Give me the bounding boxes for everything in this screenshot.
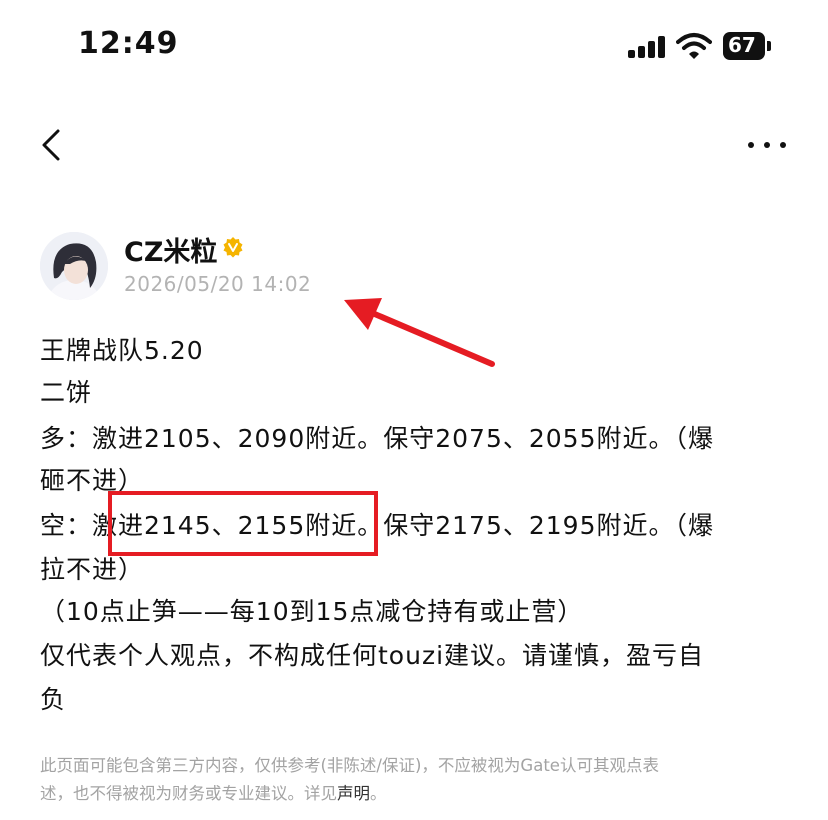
disclaimer-text: 述，也不得被视为财务或专业建议。详见: [40, 784, 337, 803]
disclaimer-period: 。: [370, 784, 387, 803]
battery-tip: [767, 41, 771, 51]
disclaimer-line: 述，也不得被视为财务或专业建议。详见声明。: [40, 780, 387, 804]
post-line: 负: [40, 685, 67, 714]
chevron-left-icon[interactable]: [36, 125, 76, 165]
battery-icon: 67: [723, 32, 765, 60]
post-timestamp: 2026/05/20 14:02: [124, 272, 312, 296]
status-bar: 12:49 67: [0, 0, 828, 90]
more-horizontal-icon[interactable]: [745, 130, 789, 160]
post-line: 二饼: [40, 378, 93, 407]
disclaimer-line: 此页面可能包含第三方内容，仅供参考(非陈述/保证)，不应被视为Gate认可其观点…: [40, 756, 659, 775]
red-highlight-box: [108, 491, 378, 556]
post-line: （10点止笋——每10到15点减仓持有或止营）: [40, 597, 584, 626]
signal-icon: [628, 36, 666, 58]
avatar[interactable]: [40, 232, 108, 300]
author-name[interactable]: CZ米粒: [124, 230, 217, 269]
battery-level: 67: [728, 33, 756, 57]
post-line: 王牌战队5.20: [40, 336, 204, 365]
status-time: 12:49: [78, 26, 179, 61]
red-arrow-annotation: [344, 298, 495, 367]
wifi-icon: [676, 33, 712, 59]
post-line: 多：激进2105、2090附近。保守2075、2055附近。（爆: [40, 424, 714, 453]
post-line: 仅代表个人观点，不构成任何touzi建议。请谨慎，盈亏自: [40, 641, 705, 670]
verified-badge-icon: [223, 237, 243, 258]
statement-link[interactable]: 声明: [337, 784, 370, 803]
